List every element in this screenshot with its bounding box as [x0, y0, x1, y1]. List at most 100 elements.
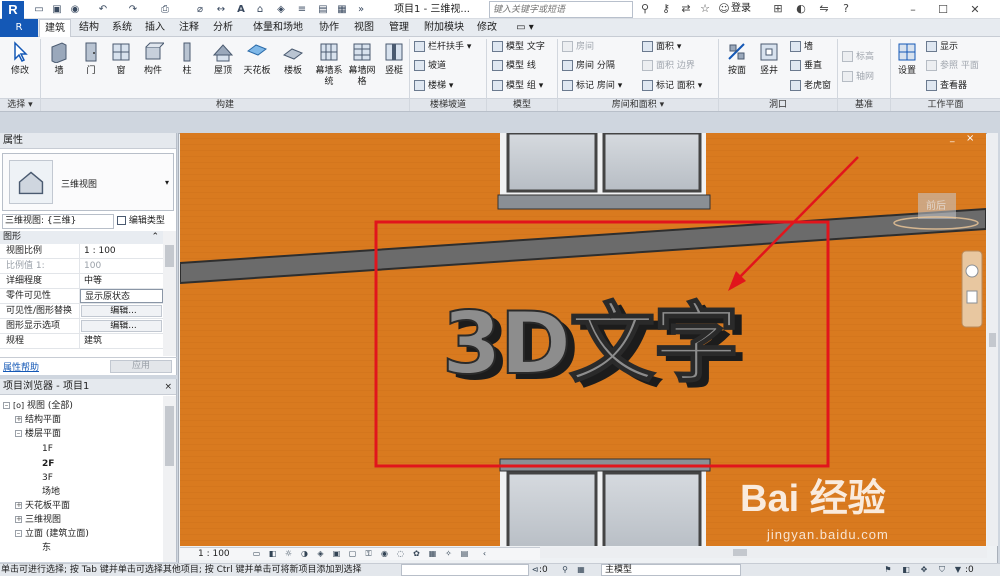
edit-vg-button[interactable]: 编辑...	[81, 305, 162, 317]
tree-node-elevations[interactable]: – 立面 (建筑立面)	[15, 527, 89, 541]
highlight-displacement-icon[interactable]: ▤	[460, 549, 469, 558]
tree-node-structural-plans[interactable]: + 结构平面	[15, 413, 61, 427]
lock-view-icon[interactable]: ⚿	[364, 549, 373, 558]
select-panel-title[interactable]: 选择 ▾	[0, 98, 40, 111]
area-button[interactable]: 面积 ▾	[642, 39, 681, 56]
dormer-button[interactable]: 老虎窗	[790, 78, 831, 95]
tree-node-2f[interactable]: 2F	[42, 457, 54, 471]
vertical-opening-button[interactable]: 垂直	[790, 58, 822, 75]
sun-path-icon[interactable]: ☼	[284, 549, 293, 558]
temp-hide-icon[interactable]: ◉	[380, 549, 389, 558]
redo-icon[interactable]: ↷	[126, 3, 140, 16]
close-icon[interactable]: ✕	[960, 0, 990, 19]
column-button[interactable]: 柱	[170, 39, 204, 97]
user-icon[interactable]: ☺	[716, 1, 732, 17]
chevron-down-icon[interactable]: ▾	[165, 178, 169, 187]
property-row[interactable]: 比例值 1: 100	[0, 259, 163, 274]
open-icon[interactable]: ▭	[32, 3, 46, 16]
shadows-icon[interactable]: ◑	[300, 549, 309, 558]
tab-systems[interactable]: 系统	[107, 19, 137, 37]
scroll-left-icon[interactable]: ‹	[480, 549, 489, 558]
apply-button[interactable]: 应用	[110, 360, 172, 373]
property-row[interactable]: 图形显示选项 编辑...	[0, 319, 163, 334]
steering-wheel-icon[interactable]	[965, 264, 979, 278]
switch-window-icon[interactable]: ▦	[335, 3, 349, 16]
stair-button[interactable]: 楼梯 ▾	[414, 78, 453, 95]
dimension-icon[interactable]: ↔	[214, 3, 228, 16]
upper-window[interactable]	[497, 133, 711, 210]
show-workplane-button[interactable]: 显示	[926, 39, 958, 56]
lower-window[interactable]	[499, 458, 711, 546]
workset-selector[interactable]	[401, 564, 529, 576]
view-close-icon[interactable]: ×	[966, 133, 974, 144]
search-input[interactable]	[489, 1, 633, 18]
wall-button[interactable]: 墙	[42, 39, 76, 97]
properties-scrollbar[interactable]	[163, 231, 176, 356]
select-underlay-icon[interactable]: ▦	[576, 565, 586, 575]
shaft-button[interactable]: 竖井	[752, 39, 786, 97]
ceiling-button[interactable]: 天花板	[240, 39, 274, 97]
maximize-icon[interactable]: ☐	[928, 0, 958, 19]
tab-addins[interactable]: 附加模块	[420, 19, 468, 37]
property-row[interactable]: 可见性/图形替换 编辑...	[0, 304, 163, 319]
viewer-button[interactable]: 查看器	[926, 78, 967, 95]
collapse-icon[interactable]: –	[3, 402, 10, 409]
model-text-button[interactable]: 模型 文字	[492, 39, 545, 56]
browser-scrollbar[interactable]	[163, 396, 176, 562]
help-icon[interactable]: ?	[838, 1, 854, 17]
tab-modify[interactable]: 修改	[472, 19, 502, 37]
exchange-icon[interactable]: ⇄	[678, 1, 694, 17]
tree-node-1f[interactable]: 1F	[42, 442, 53, 456]
ramp-button[interactable]: 坡道	[414, 58, 446, 75]
property-row[interactable]: 规程 建筑	[0, 334, 163, 349]
thin-lines-icon[interactable]: ≡	[295, 3, 309, 16]
by-face-button[interactable]: 按面	[720, 39, 754, 97]
property-row[interactable]: 详细程度 中等	[0, 274, 163, 289]
close-hidden-icon[interactable]: ▤	[316, 3, 330, 16]
temp-view-props-icon[interactable]: ▦	[428, 549, 437, 558]
analytical-model-icon[interactable]: ✧	[444, 549, 453, 558]
expand-icon[interactable]: +	[15, 416, 22, 423]
level-button[interactable]: 标高	[842, 49, 874, 66]
tree-node-floor-plans[interactable]: – 楼层平面	[15, 427, 61, 441]
3d-view-icon[interactable]: ⌂	[253, 3, 267, 16]
viewcube-label[interactable]: 前后	[926, 197, 946, 212]
ribbon-toggle-icon[interactable]: ▭ ▾	[510, 19, 540, 37]
zoom-icon[interactable]	[966, 290, 978, 304]
tab-analyze[interactable]: 分析	[208, 19, 238, 37]
modify-button[interactable]: 修改	[3, 39, 37, 97]
area-boundary-button[interactable]: 面积 边界	[642, 58, 695, 75]
3d-text-model[interactable]: 3D文字 3D文字	[441, 273, 802, 400]
tree-node-views[interactable]: – [o] 视图 (全部)	[3, 399, 73, 413]
tree-node-ceiling-plans[interactable]: + 天花板平面	[15, 499, 70, 513]
render-icon[interactable]: ◈	[316, 549, 325, 558]
select-pinned-icon[interactable]: ⚑	[883, 565, 893, 575]
design-option-selector[interactable]: 主模型	[601, 564, 741, 576]
grid-button[interactable]: 轴网	[842, 69, 874, 86]
print-icon[interactable]: ⎙	[158, 3, 172, 16]
visual-style-icon[interactable]: ◧	[268, 549, 277, 558]
tab-massing-site[interactable]: 体量和场地	[245, 19, 311, 37]
wall-opening-button[interactable]: 墙	[790, 39, 813, 56]
show-crop-icon[interactable]: ▢	[348, 549, 357, 558]
edit-type-button[interactable]: 编辑类型	[117, 214, 165, 229]
select-by-face-icon[interactable]: ◧	[901, 565, 911, 575]
collapse-icon[interactable]: –	[15, 430, 22, 437]
close-icon[interactable]: ×	[164, 379, 172, 395]
tab-view[interactable]: 视图	[349, 19, 379, 37]
tree-node-east[interactable]: 东	[42, 541, 51, 555]
connect-icon[interactable]: ⇋	[816, 1, 832, 17]
navigation-bar[interactable]	[961, 250, 983, 328]
crop-view-icon[interactable]: ▣	[332, 549, 341, 558]
sync-icon[interactable]: ◉	[68, 3, 82, 16]
tree-node-site[interactable]: 场地	[42, 485, 60, 499]
login-button[interactable]: 登录	[731, 1, 751, 17]
room-button[interactable]: 房间	[562, 39, 594, 56]
model-line-button[interactable]: 模型 线	[492, 58, 536, 75]
reveal-hidden-icon[interactable]: ◌	[396, 549, 405, 558]
door-button[interactable]: 门	[74, 39, 108, 97]
window-button[interactable]: 窗	[104, 39, 138, 97]
measure-icon[interactable]: ⌀	[193, 3, 207, 16]
type-selector[interactable]: 三维视图 ▾	[2, 153, 174, 211]
tab-architecture[interactable]: 建筑	[39, 19, 71, 38]
